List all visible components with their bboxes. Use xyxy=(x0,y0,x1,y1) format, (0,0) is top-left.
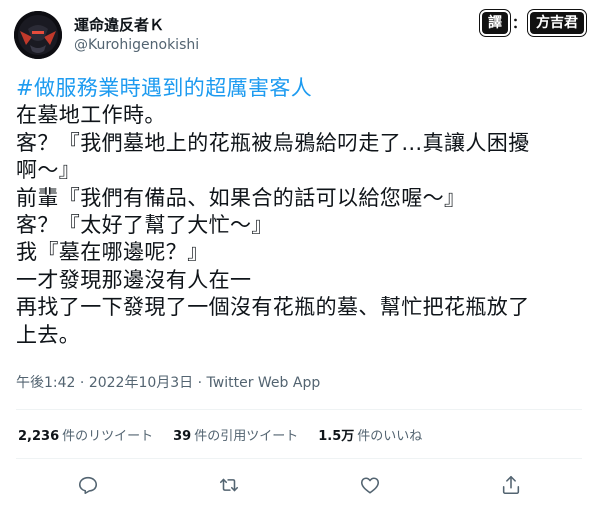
tweet-line: 啊～』 xyxy=(16,158,81,183)
retweets-count: 2,236 xyxy=(18,429,60,444)
tweet-line: 我『墓在哪邊呢？』 xyxy=(16,240,209,265)
retweet-icon xyxy=(219,478,239,492)
hashtag-link[interactable]: #做服務業時遇到的超厲害客人 xyxy=(16,75,586,102)
user-handle[interactable]: @Kurohigenokishi xyxy=(74,36,199,55)
likes-stat[interactable]: 1.5万 件のいいね xyxy=(318,428,422,446)
likes-label: 件のいいね xyxy=(357,429,423,444)
engagement-stats: 2,236 件のリツイート 39 件の引用ツイート 1.5万 件のいいね xyxy=(18,428,422,446)
likes-count: 1.5万 xyxy=(318,429,355,444)
tweet-line: 在墓地工作時。 xyxy=(16,103,166,128)
tweet-date[interactable]: 2022年10月3日 xyxy=(89,375,193,391)
tweet-header: 運命違反者Ｋ @Kurohigenokishi xyxy=(14,10,199,60)
meta-separator: · xyxy=(75,375,89,391)
quotes-stat[interactable]: 39 件の引用ツイート xyxy=(173,428,298,446)
share-icon xyxy=(502,475,520,495)
translator-separator: ： xyxy=(512,16,526,32)
tweet-line: 客？『太好了幫了大忙～』 xyxy=(16,213,273,238)
translator-name: 方吉君 xyxy=(530,12,584,34)
tweet-line: 客？『我們墓地上的花瓶被烏鴉給叼走了…真讓人困擾 xyxy=(16,130,530,155)
action-bar xyxy=(0,470,598,500)
retweets-label: 件のリツイート xyxy=(62,429,154,444)
like-button[interactable] xyxy=(357,472,383,498)
quotes-count: 39 xyxy=(173,429,192,444)
reply-button[interactable] xyxy=(75,472,101,498)
tweet-line: 上去。 xyxy=(16,322,81,347)
tweet-metadata: 午後1:42 · 2022年10月3日 · Twitter Web App xyxy=(16,374,320,392)
like-icon xyxy=(360,477,380,494)
display-name[interactable]: 運命違反者Ｋ xyxy=(74,15,199,35)
translator-prefix: 譯 xyxy=(482,12,508,34)
retweet-button[interactable] xyxy=(216,472,242,498)
tweet-line: 一才發現那邊沒有人在一 xyxy=(16,267,252,292)
tweet-line: 再找了一下發現了一個沒有花瓶的墓、幫忙把花瓶放了 xyxy=(16,295,530,320)
tweet-time[interactable]: 午後1:42 xyxy=(16,375,75,391)
tweet-source[interactable]: Twitter Web App xyxy=(207,375,321,391)
share-button[interactable] xyxy=(498,472,524,498)
meta-separator: · xyxy=(193,375,207,391)
reply-icon xyxy=(78,476,98,495)
divider xyxy=(16,409,582,410)
quotes-label: 件の引用ツイート xyxy=(194,429,299,444)
translator-tag: 譯 ： 方吉君 xyxy=(482,12,584,34)
tweet-text: #做服務業時遇到的超厲害客人 在墓地工作時。 客？『我們墓地上的花瓶被烏鴉給叼走… xyxy=(16,75,586,349)
avatar[interactable] xyxy=(14,11,62,59)
tweet-line: 前輩『我們有備品、如果合的話可以給您喔～』 xyxy=(16,185,466,210)
avatar-image xyxy=(14,11,62,59)
retweets-stat[interactable]: 2,236 件のリツイート xyxy=(18,428,153,446)
divider xyxy=(16,458,582,459)
